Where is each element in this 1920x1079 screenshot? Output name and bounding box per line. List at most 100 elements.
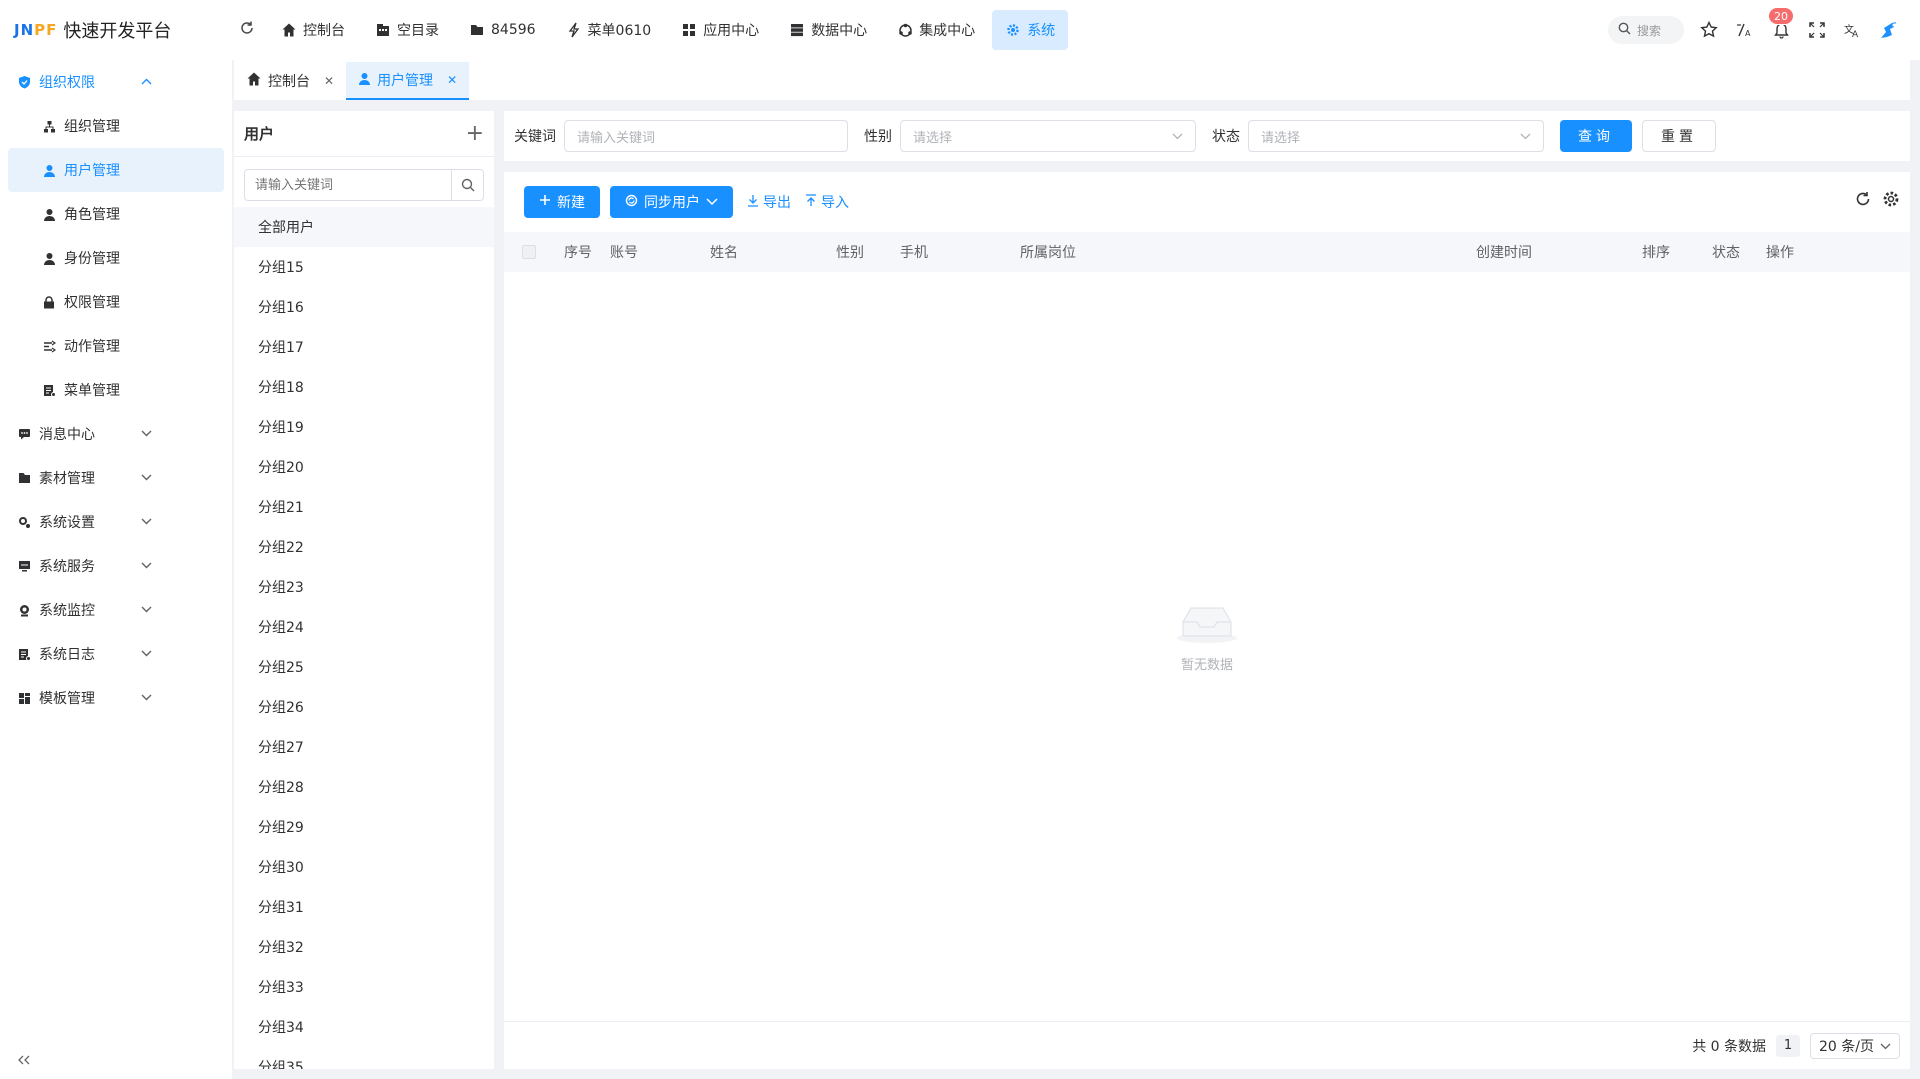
keyword-placeholder: 请输入关键词 [577,130,656,146]
tab-user-management[interactable]: 用户管理 ✕ [346,62,470,100]
tree-node[interactable]: 全部用户 [234,207,494,247]
font-size-icon[interactable]: A [1734,19,1756,41]
translate-icon[interactable]: 文A [1842,19,1864,41]
sidebar-menu-system-monitor[interactable]: 系统监控 [0,588,232,632]
sidebar-item-roles[interactable]: 角色管理 [0,192,232,236]
role-icon [42,207,56,221]
tree-node[interactable]: 分组21 [234,487,494,527]
tree-node[interactable]: 分组18 [234,367,494,407]
keyword-label: 关键词 [514,129,556,145]
folder-icon [469,22,485,38]
tree-node[interactable]: 分组22 [234,527,494,567]
page-size-select[interactable]: 20 条/页 [1810,1032,1900,1059]
tree-node[interactable]: 分组19 [234,407,494,447]
add-icon[interactable]: + [466,121,484,146]
column-header: 操作 [1766,245,1794,261]
chevron-down-icon [1172,129,1183,144]
select-all-checkbox[interactable] [522,245,536,259]
star-icon[interactable] [1698,19,1720,41]
tree-node[interactable]: 分组24 [234,607,494,647]
service-icon [17,559,31,573]
tree-node[interactable]: 分组31 [234,887,494,927]
tree-node[interactable]: 分组26 [234,687,494,727]
top-nav-item-84596[interactable]: 84596 [456,10,549,50]
tree-node[interactable]: 分组20 [234,447,494,487]
chevron-down-icon [141,473,152,484]
close-icon[interactable]: ✕ [324,74,334,88]
tree-node[interactable]: 分组29 [234,807,494,847]
sidebar-menu-system-services[interactable]: 系统服务 [0,544,232,588]
top-nav-item-console[interactable]: 控制台 [268,10,358,50]
home-icon [281,22,297,38]
search-icon[interactable] [451,170,483,200]
sidebar-menu-templates[interactable]: 模板管理 [0,676,232,720]
refresh-icon[interactable] [1854,190,1872,212]
sidebar-item-org[interactable]: 组织管理 [0,104,232,148]
sync-users-button[interactable]: 同步用户 [610,186,733,218]
top-nav-item-app-center[interactable]: 应用中心 [668,10,772,50]
user-group-tree: 用户 + 全部用户分组15分组16分组17分组18分组19分组20分组21分组2… [234,111,494,1069]
column-header: 序号 [564,245,592,261]
sidebar-group-org-permission[interactable]: 组织权限 [0,60,232,104]
global-search[interactable]: 搜索 [1608,16,1684,44]
page-number[interactable]: 1 [1776,1034,1801,1057]
table-header: 序号 账号 姓名 性别 手机 所属岗位 创建时间 排序 状态 操作 [504,232,1910,272]
sidebar-item-identity[interactable]: 身份管理 [0,236,232,280]
refresh-icon[interactable] [232,20,262,41]
tree-search-input[interactable] [245,170,451,200]
template-icon [17,691,31,705]
tab-console[interactable]: 控制台 ✕ [234,62,346,100]
bell-icon[interactable]: 20 [1768,7,1794,41]
download-icon [747,194,759,211]
building-icon [375,22,391,38]
collapse-sidebar-icon[interactable] [18,1050,30,1069]
tree-node[interactable]: 分组35 [234,1047,494,1069]
sidebar-item-actions[interactable]: 动作管理 [0,324,232,368]
tree-node[interactable]: 分组15 [234,247,494,287]
top-nav-item-data-center[interactable]: 数据中心 [776,10,880,50]
tree-node[interactable]: 分组23 [234,567,494,607]
top-nav-item-integration[interactable]: 集成中心 [884,10,988,50]
sidebar-menu-system-logs[interactable]: 系统日志 [0,632,232,676]
export-link[interactable]: 导出 [747,192,791,212]
sidebar-menu-materials[interactable]: 素材管理 [0,456,232,500]
tree-node[interactable]: 分组27 [234,727,494,767]
sidebar-item-permissions[interactable]: 权限管理 [0,280,232,324]
table-tools [1854,190,1900,212]
tree-node[interactable]: 分组16 [234,287,494,327]
tree-node[interactable]: 分组28 [234,767,494,807]
logo[interactable]: JNPF 快速开发平台 [0,17,232,43]
filter-bar: 关键词 请输入关键词 性别 请选择 状态 请选择 查询 重置 [504,111,1910,161]
tree-node[interactable]: 分组25 [234,647,494,687]
keyword-input[interactable]: 请输入关键词 [564,120,848,152]
tree-node[interactable]: 分组30 [234,847,494,887]
gender-select[interactable]: 请选择 [900,120,1196,152]
fullscreen-icon[interactable] [1806,19,1828,41]
sidebar-menu-label: 消息中心 [39,427,95,443]
tree-node[interactable]: 分组34 [234,1007,494,1047]
new-button[interactable]: 新建 [524,186,600,218]
query-button[interactable]: 查询 [1560,120,1632,152]
close-icon[interactable]: ✕ [447,73,457,87]
top-nav-item-menu0610[interactable]: 菜单0610 [553,10,665,50]
sync-icon [625,194,638,211]
sidebar-item-users[interactable]: 用户管理 [8,148,224,192]
grid-icon [681,22,697,38]
sidebar-item-menus[interactable]: 菜单管理 [0,368,232,412]
tree-node[interactable]: 分组33 [234,967,494,1007]
sidebar-menu-system-settings[interactable]: 系统设置 [0,500,232,544]
reset-button[interactable]: 重置 [1642,120,1716,152]
top-nav-item-empty-dir[interactable]: 空目录 [362,10,452,50]
status-select[interactable]: 请选择 [1248,120,1544,152]
tree-node[interactable]: 分组32 [234,927,494,967]
sidebar-group-label: 组织权限 [39,75,95,91]
column-header: 所属岗位 [1020,245,1076,261]
column-settings-icon[interactable] [1882,190,1900,212]
search-icon [1618,22,1631,38]
tree-node[interactable]: 分组17 [234,327,494,367]
sidebar-menu-message-center[interactable]: 消息中心 [0,412,232,456]
top-nav-item-system[interactable]: 系统 [992,10,1069,50]
user-avatar-icon[interactable] [1878,19,1900,41]
import-link[interactable]: 导入 [805,192,849,212]
top-nav-label: 数据中心 [811,23,868,39]
